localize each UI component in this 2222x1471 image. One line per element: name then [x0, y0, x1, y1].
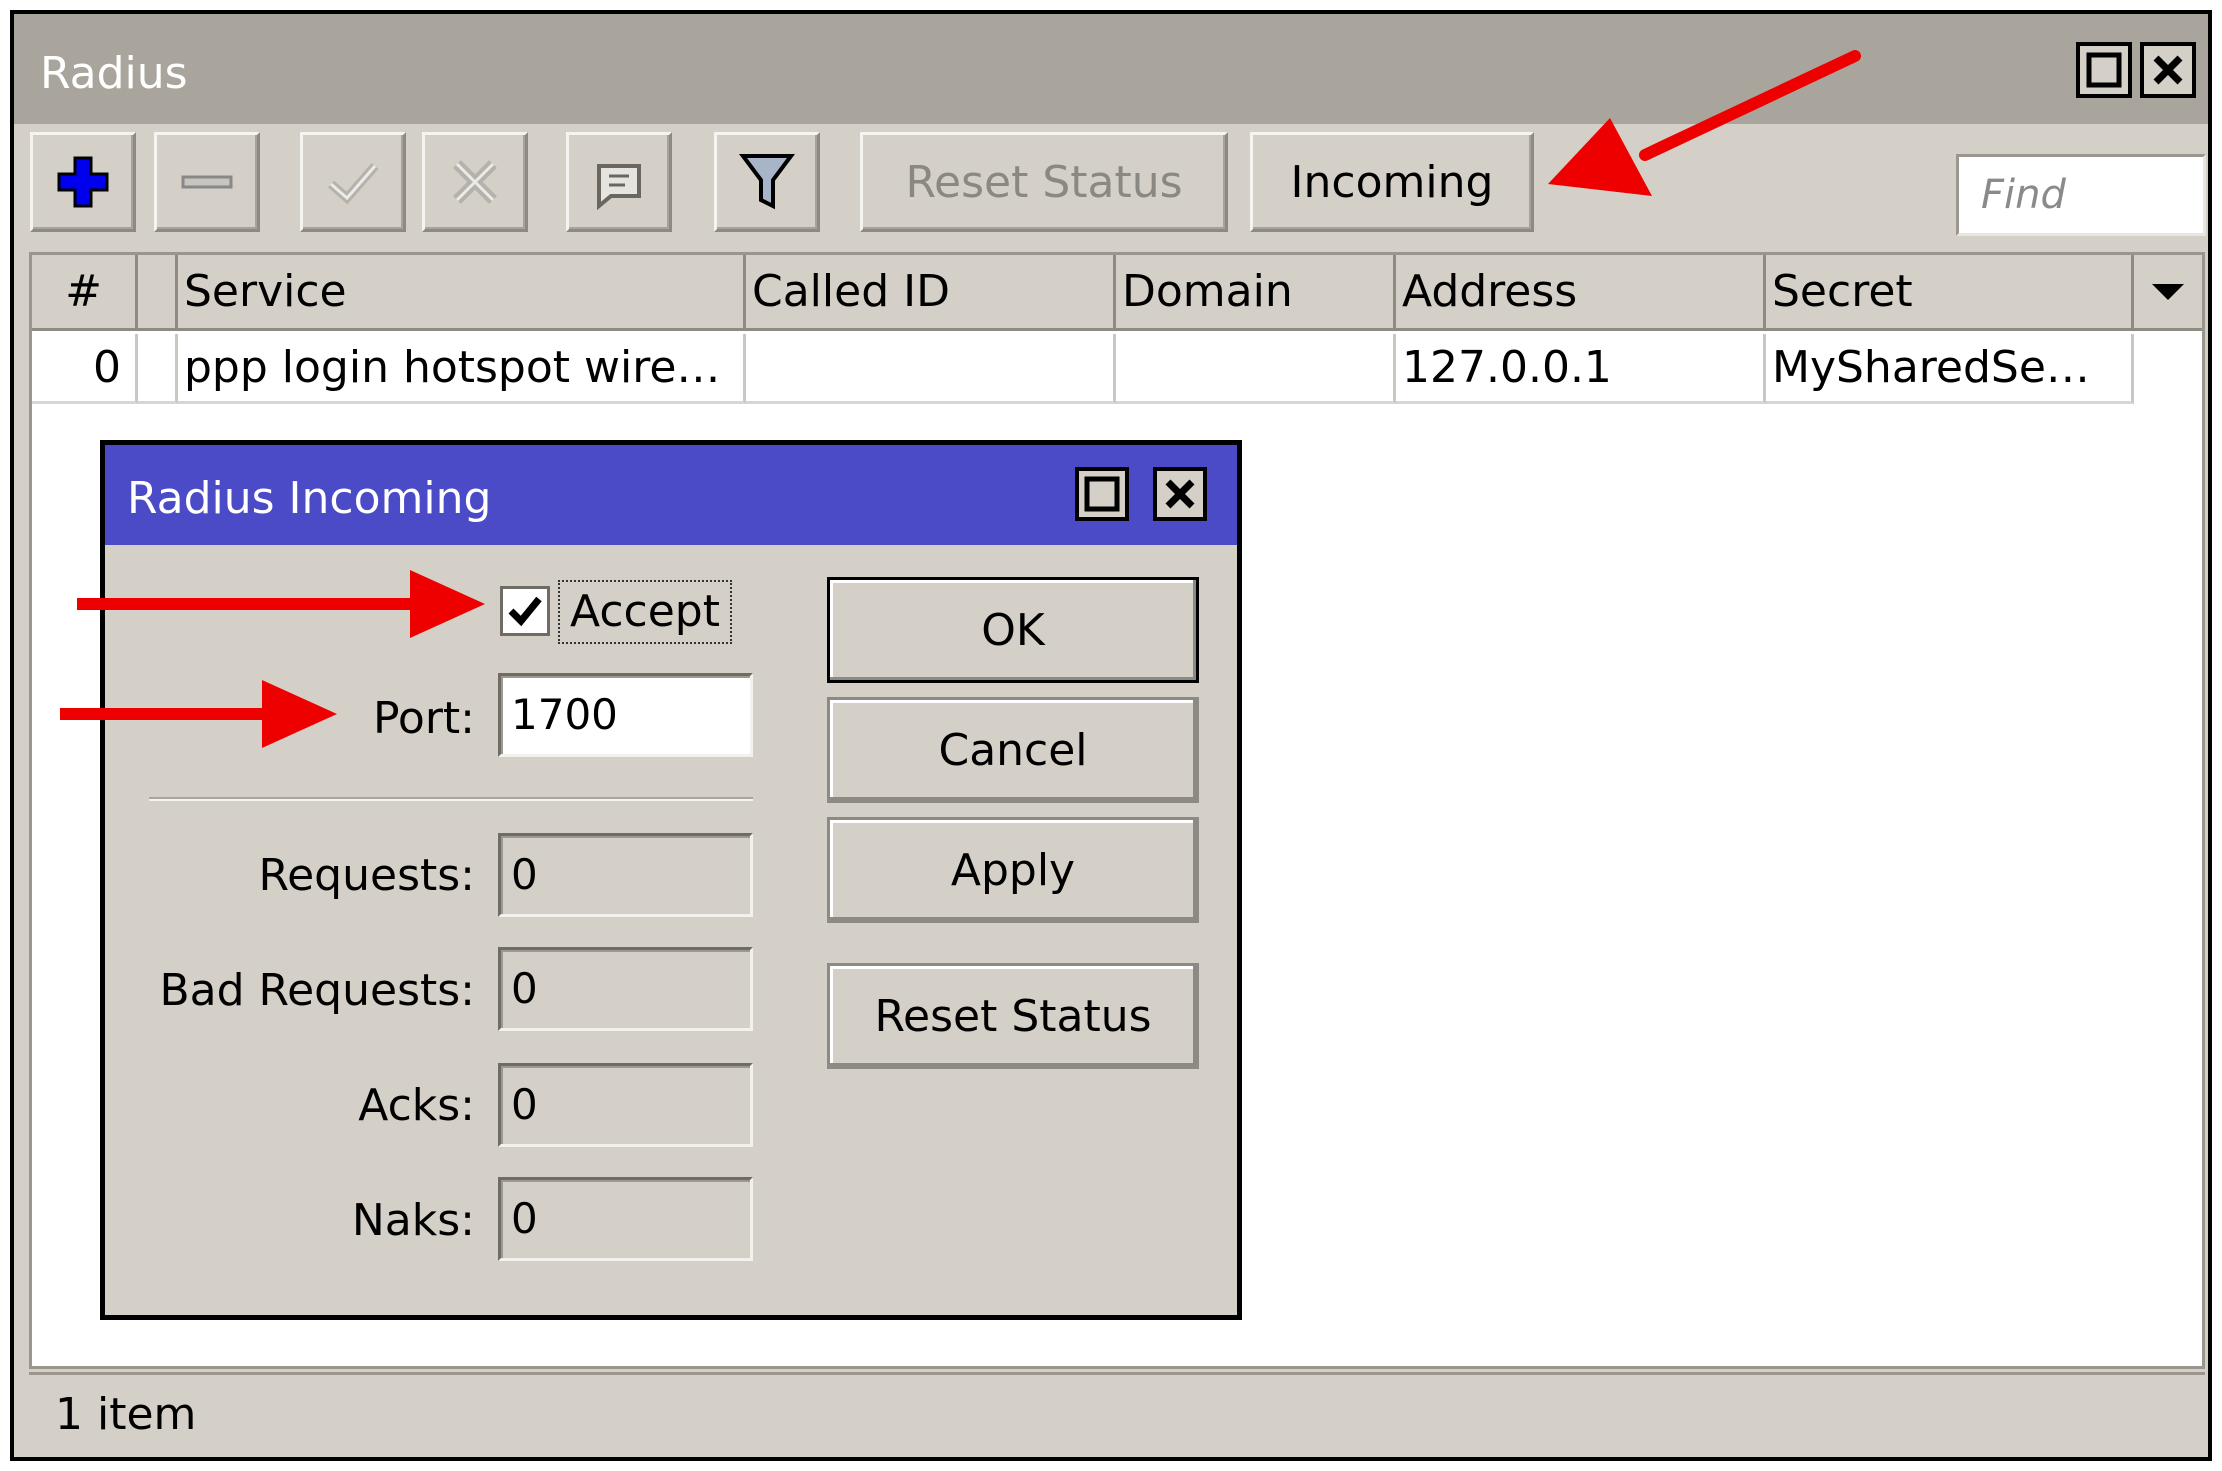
arrow-to-accept-icon — [77, 570, 485, 638]
arrow-to-port-icon — [60, 680, 337, 748]
arrow-to-incoming-icon — [1548, 50, 1861, 196]
annotation-arrows — [60, 50, 1861, 748]
